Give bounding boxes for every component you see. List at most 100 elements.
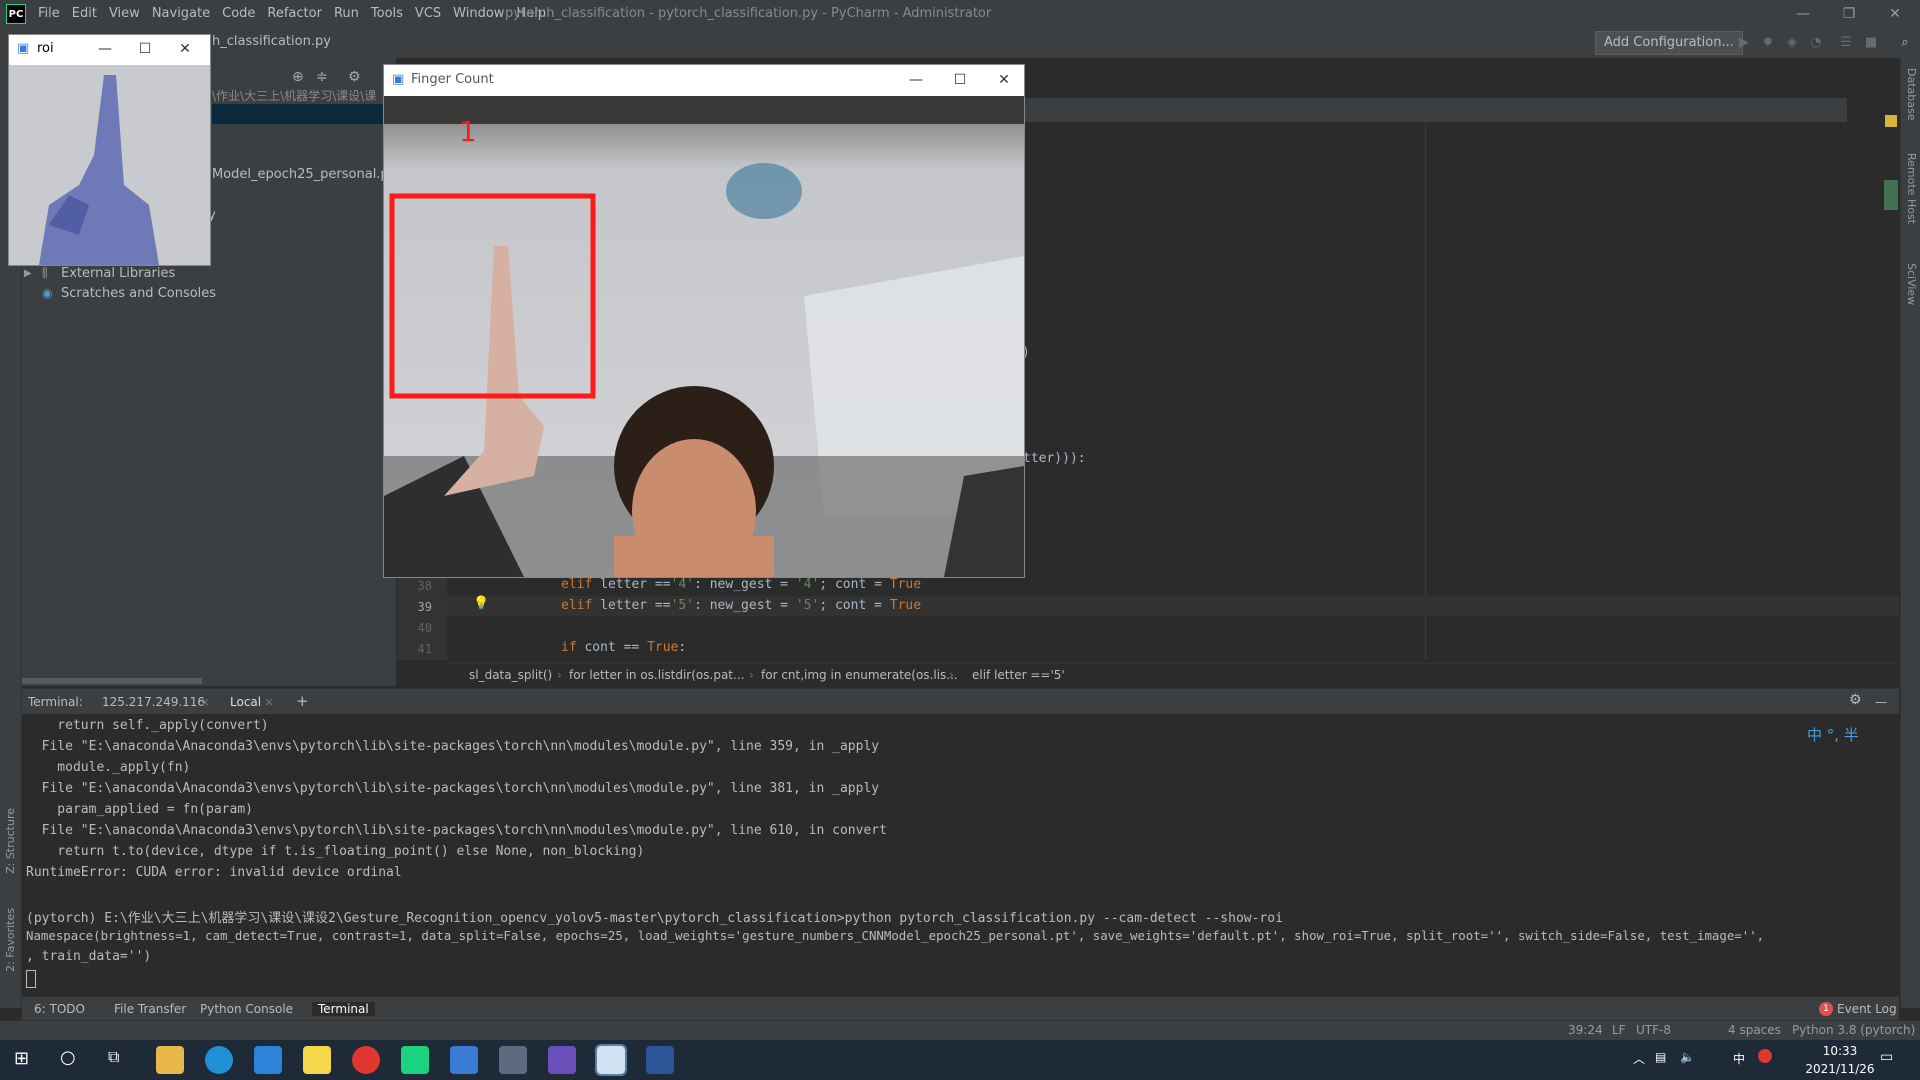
word-icon[interactable] bbox=[646, 1046, 674, 1074]
sogou-tray-icon[interactable] bbox=[1758, 1049, 1772, 1063]
file-tab[interactable]: h_classification.py bbox=[212, 34, 331, 49]
app-taskbar-icon-3[interactable] bbox=[548, 1046, 576, 1074]
gear-icon[interactable]: ⚙ bbox=[1849, 692, 1862, 708]
todo-tab[interactable]: 6: TODO bbox=[34, 1002, 85, 1016]
app-taskbar-icon-2[interactable] bbox=[499, 1046, 527, 1074]
windows-start-icon[interactable]: ⊞ bbox=[14, 1048, 29, 1069]
camera-feed: 1 bbox=[384, 96, 1024, 577]
lightbulb-icon[interactable]: 💡 bbox=[473, 596, 489, 611]
debug-icon[interactable]: ✹ bbox=[1759, 34, 1777, 52]
menu-vcs[interactable]: VCS bbox=[409, 0, 447, 28]
change-marker[interactable] bbox=[1884, 180, 1898, 210]
python-interpreter[interactable]: Python 3.8 (pytorch) bbox=[1792, 1023, 1915, 1037]
menu-window[interactable]: Window bbox=[447, 0, 510, 28]
database-tool-tab[interactable]: Database bbox=[1905, 68, 1918, 121]
minimize-icon[interactable]: — bbox=[85, 35, 125, 63]
mail-icon[interactable] bbox=[254, 1046, 282, 1074]
menu-tools[interactable]: Tools bbox=[365, 0, 409, 28]
hide-panel-icon[interactable]: — bbox=[1875, 695, 1887, 709]
menu-view[interactable]: View bbox=[103, 0, 146, 28]
build-icon[interactable]: ☰ bbox=[1837, 34, 1855, 52]
stop-icon[interactable]: ■ bbox=[1862, 34, 1880, 52]
python-console-tab[interactable]: Python Console bbox=[200, 1002, 293, 1016]
close-tab-icon[interactable]: × bbox=[264, 695, 274, 709]
project-path: \作业\大三上\机器学习\课设\课 bbox=[212, 89, 377, 103]
settings-icon[interactable]: ⚙ bbox=[348, 69, 361, 85]
tree-item-model-file[interactable]: Model_epoch25_personal.pt bbox=[212, 167, 394, 182]
edge-browser-icon[interactable] bbox=[205, 1046, 233, 1074]
tab-local-terminal[interactable]: Local bbox=[230, 695, 261, 709]
code-line-41: if cont == True: bbox=[561, 640, 687, 655]
remote-host-tool-tab[interactable]: Remote Host bbox=[1905, 153, 1918, 224]
tab-remote-terminal[interactable]: 125.217.249.116 bbox=[102, 695, 205, 709]
menu-edit[interactable]: Edit bbox=[66, 0, 103, 28]
clock[interactable]: 10:33 2021/11/26 bbox=[1795, 1042, 1885, 1078]
notification-icon[interactable]: ▭ bbox=[1880, 1049, 1893, 1065]
scratches-icon: ◉ bbox=[42, 286, 53, 300]
file-explorer-icon[interactable] bbox=[156, 1046, 184, 1074]
minimize-icon[interactable]: — bbox=[896, 65, 936, 95]
ime-toolbar[interactable]: 中 °, 半 bbox=[1807, 724, 1859, 745]
breadcrumb-item[interactable]: for letter in os.listdir(os.pat... bbox=[569, 668, 744, 682]
profile-icon[interactable]: ◔ bbox=[1807, 34, 1825, 52]
opencv-window-taskbar-icon[interactable] bbox=[595, 1044, 627, 1076]
event-log-tab[interactable]: Event Log bbox=[1837, 1002, 1897, 1016]
locate-icon[interactable]: ⊕ bbox=[292, 69, 304, 85]
finger-count-titlebar[interactable]: ▣ Finger Count — ☐ ✕ bbox=[384, 65, 1024, 95]
indent-setting[interactable]: 4 spaces bbox=[1728, 1023, 1781, 1037]
network-icon[interactable]: ▤ bbox=[1655, 1050, 1666, 1064]
app-taskbar-icon-1[interactable] bbox=[450, 1046, 478, 1074]
roi-titlebar[interactable]: ▣ roi — ☐ ✕ bbox=[9, 35, 210, 63]
close-icon[interactable]: ✕ bbox=[1872, 0, 1918, 28]
add-tab-icon[interactable]: + bbox=[296, 692, 309, 710]
terminal-tab[interactable]: Terminal bbox=[312, 1002, 375, 1016]
finger-count-window[interactable]: ▣ Finger Count — ☐ ✕ 1 bbox=[383, 64, 1025, 578]
tree-item-external-libraries[interactable]: External Libraries bbox=[61, 266, 175, 281]
minimize-icon[interactable]: — bbox=[1780, 0, 1826, 28]
collapse-icon[interactable]: ≑ bbox=[316, 69, 328, 85]
ime-indicator[interactable]: 中 bbox=[1733, 1050, 1745, 1067]
roi-window[interactable]: ▣ roi — ☐ ✕ bbox=[8, 34, 211, 266]
close-tab-icon[interactable]: × bbox=[200, 695, 210, 709]
breadcrumb-item[interactable]: sl_data_split() bbox=[469, 668, 552, 682]
maximize-icon[interactable]: ☐ bbox=[125, 35, 165, 63]
run-icon[interactable]: ▶ bbox=[1735, 34, 1753, 52]
terminal-output[interactable]: return self._apply(convert) File "E:\ana… bbox=[22, 714, 1899, 996]
chevron-right-icon: › bbox=[749, 668, 754, 682]
menu-run[interactable]: Run bbox=[328, 0, 365, 28]
pycharm-taskbar-icon[interactable] bbox=[401, 1046, 429, 1074]
volume-icon[interactable]: 🔈 bbox=[1680, 1050, 1695, 1064]
finger-count-title: Finger Count bbox=[411, 72, 494, 87]
sogou-icon[interactable] bbox=[352, 1046, 380, 1074]
add-configuration-button[interactable]: Add Configuration... bbox=[1595, 31, 1743, 55]
event-count-badge: 1 bbox=[1819, 1002, 1833, 1016]
sticky-notes-icon[interactable] bbox=[303, 1046, 331, 1074]
warning-marker-icon[interactable] bbox=[1885, 115, 1897, 127]
maximize-icon[interactable]: ☐ bbox=[940, 65, 980, 95]
file-transfer-tab[interactable]: File Transfer bbox=[114, 1002, 186, 1016]
tray-chevron-icon[interactable]: ︿ bbox=[1633, 1050, 1645, 1067]
restore-icon[interactable]: ❐ bbox=[1826, 0, 1872, 28]
menu-navigate[interactable]: Navigate bbox=[146, 0, 216, 28]
coverage-icon[interactable]: ◈ bbox=[1783, 34, 1801, 52]
close-icon[interactable]: ✕ bbox=[165, 35, 205, 63]
search-icon[interactable]: ⌕ bbox=[1896, 34, 1914, 52]
sciview-tool-tab[interactable]: SciView bbox=[1905, 263, 1918, 305]
structure-tool-tab[interactable]: Z: Structure bbox=[4, 808, 17, 874]
breadcrumb-item[interactable]: elif letter =='5' bbox=[972, 668, 1065, 682]
task-view-icon[interactable]: ⧉ bbox=[108, 1047, 119, 1067]
menu-bar: PC File Edit View Navigate Code Refactor… bbox=[0, 0, 1920, 28]
horizontal-scrollbar[interactable] bbox=[22, 678, 202, 684]
expand-arrow-icon[interactable]: ▶ bbox=[24, 268, 32, 279]
line-ending[interactable]: LF bbox=[1612, 1023, 1626, 1037]
close-icon[interactable]: ✕ bbox=[984, 65, 1024, 95]
search-circle-icon[interactable]: ○ bbox=[60, 1047, 76, 1068]
caret-position[interactable]: 39:24 bbox=[1568, 1023, 1603, 1037]
menu-refactor[interactable]: Refactor bbox=[261, 0, 328, 28]
favorites-tool-tab[interactable]: 2: Favorites bbox=[4, 908, 17, 972]
menu-file[interactable]: File bbox=[32, 0, 66, 28]
tree-item-scratches[interactable]: Scratches and Consoles bbox=[61, 286, 216, 301]
menu-code[interactable]: Code bbox=[216, 0, 261, 28]
file-encoding[interactable]: UTF-8 bbox=[1636, 1023, 1671, 1037]
breadcrumb-item[interactable]: for cnt,img in enumerate(os.lis... bbox=[761, 668, 958, 682]
